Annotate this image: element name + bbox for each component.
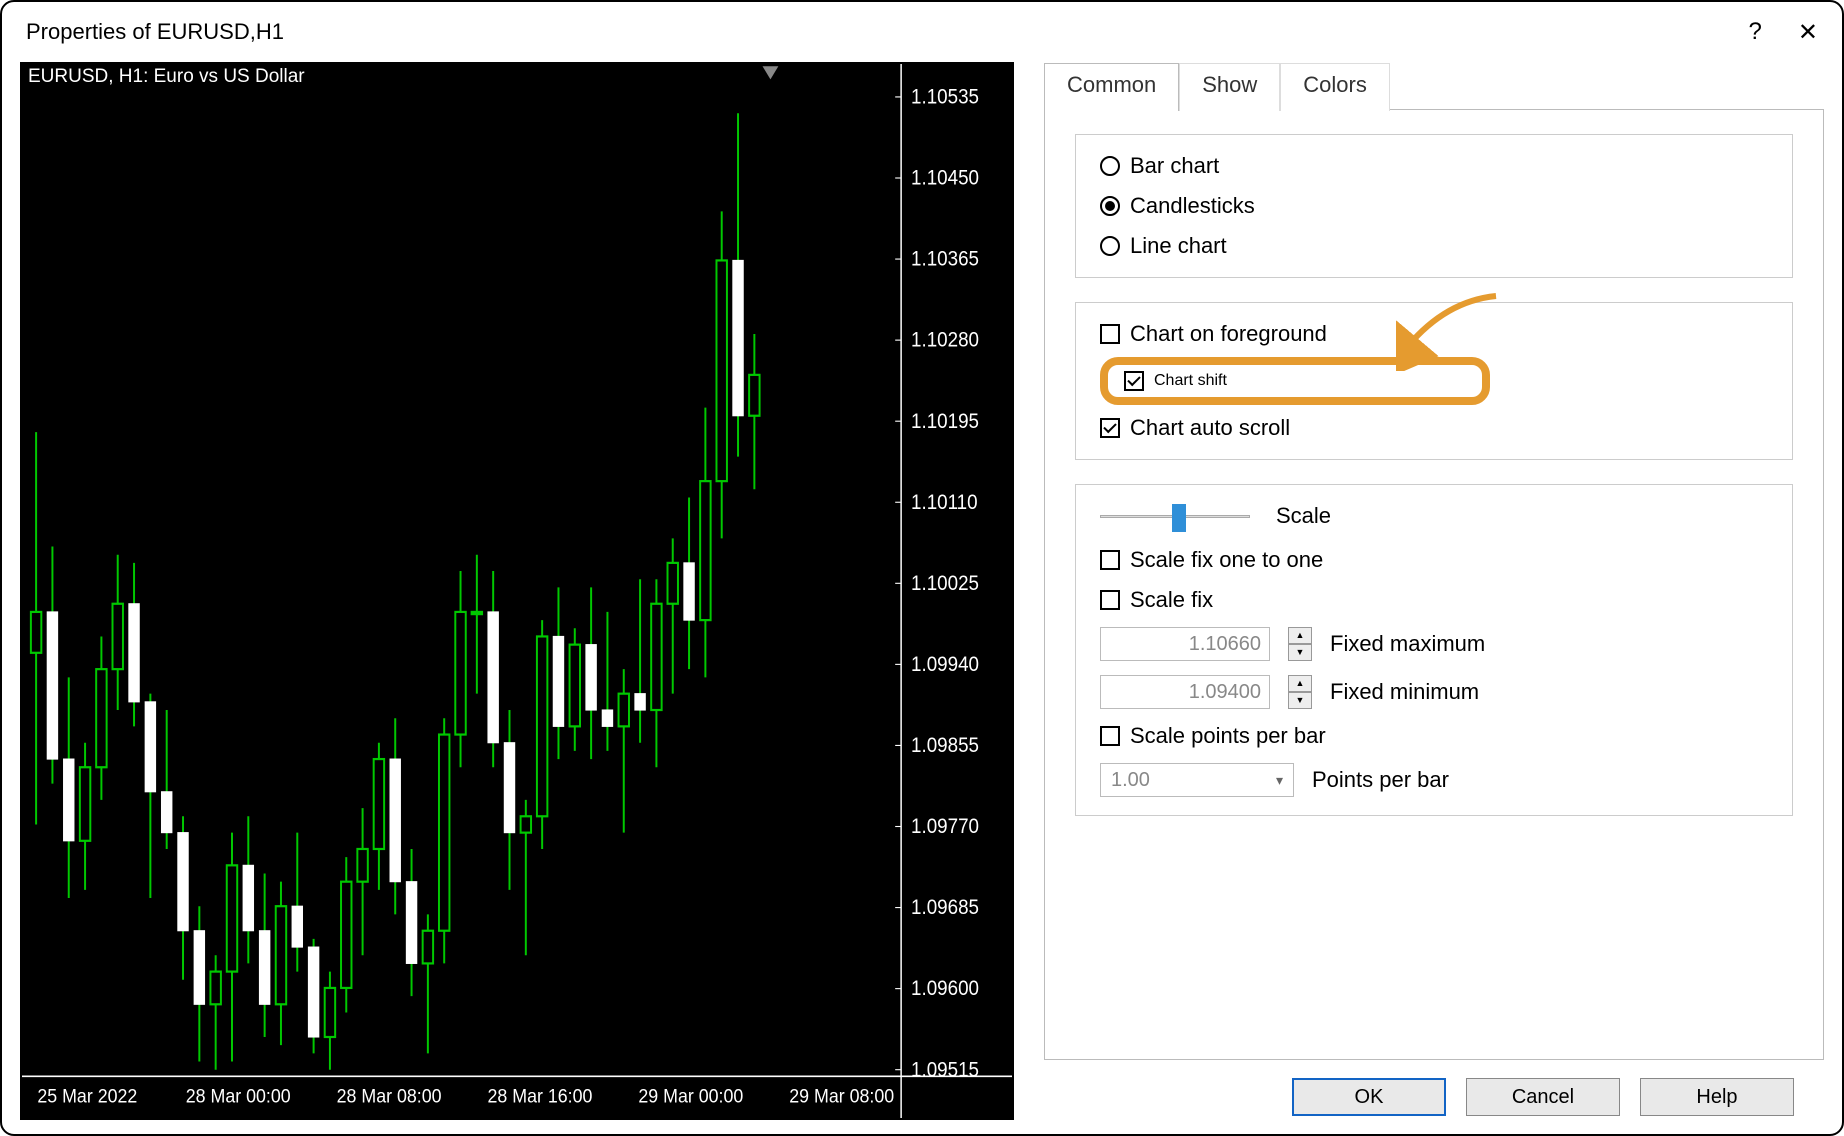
svg-text:1.09940: 1.09940 (911, 653, 979, 676)
svg-text:28 Mar 08:00: 28 Mar 08:00 (337, 1085, 442, 1107)
scale-group: Scale Scale fix one to one Scale fix 1.1… (1075, 484, 1793, 816)
chart-type-group: Bar chart Candlesticks Line chart (1075, 134, 1793, 278)
checkbox-icon (1100, 726, 1120, 746)
check-chart-autoscroll[interactable]: Chart auto scroll (1100, 415, 1768, 441)
svg-text:1.10110: 1.10110 (911, 491, 978, 514)
check-chart-foreground[interactable]: Chart on foreground (1100, 321, 1768, 347)
shift-group: Chart on foreground Chart shift Chart au… (1075, 302, 1793, 460)
fixed-min-input[interactable]: 1.09400 (1100, 675, 1270, 709)
svg-text:1.09600: 1.09600 (911, 977, 979, 1000)
fixed-max-label: Fixed maximum (1330, 631, 1485, 657)
check-scale-fix[interactable]: Scale fix (1100, 587, 1768, 613)
svg-text:1.10450: 1.10450 (911, 167, 979, 190)
window-title: Properties of EURUSD,H1 (26, 19, 284, 45)
properties-dialog: Properties of EURUSD,H1 ? ✕ EURUSD, H1: … (0, 0, 1844, 1136)
fixed-max-down[interactable]: ▼ (1288, 644, 1312, 661)
radio-icon (1100, 196, 1120, 216)
tab-bar: Common Show Colors (1044, 62, 1824, 110)
radio-bar-chart[interactable]: Bar chart (1100, 153, 1768, 179)
dialog-buttons: OK Cancel Help (1044, 1060, 1824, 1120)
radio-icon (1100, 156, 1120, 176)
chevron-down-icon: ▾ (1276, 772, 1283, 789)
svg-text:28 Mar 16:00: 28 Mar 16:00 (488, 1085, 593, 1107)
title-bar: Properties of EURUSD,H1 ? ✕ (2, 2, 1842, 62)
svg-text:28 Mar 00:00: 28 Mar 00:00 (186, 1085, 291, 1107)
ok-button[interactable]: OK (1292, 1078, 1446, 1116)
tab-show[interactable]: Show (1179, 63, 1280, 111)
svg-text:1.09685: 1.09685 (911, 896, 979, 919)
radio-candlesticks[interactable]: Candlesticks (1100, 193, 1768, 219)
fixed-min-down[interactable]: ▼ (1288, 692, 1312, 709)
scale-label: Scale (1276, 503, 1331, 529)
tab-common[interactable]: Common (1044, 63, 1179, 111)
checkbox-icon (1124, 371, 1144, 391)
checkbox-icon (1100, 418, 1120, 438)
svg-text:29 Mar 00:00: 29 Mar 00:00 (638, 1085, 743, 1107)
fixed-min-label: Fixed minimum (1330, 679, 1479, 705)
ppb-label: Points per bar (1312, 767, 1449, 793)
check-scale-ppb[interactable]: Scale points per bar (1100, 723, 1768, 749)
close-icon[interactable]: ✕ (1798, 18, 1818, 47)
svg-text:1.10025: 1.10025 (911, 572, 979, 595)
fixed-max-up[interactable]: ▲ (1288, 627, 1312, 644)
radio-line-chart[interactable]: Line chart (1100, 233, 1768, 259)
svg-text:25 Mar 2022: 25 Mar 2022 (37, 1085, 137, 1107)
checkbox-icon (1100, 324, 1120, 344)
fixed-min-up[interactable]: ▲ (1288, 675, 1312, 692)
ppb-combo[interactable]: 1.00 ▾ (1100, 763, 1294, 797)
chart-preview: EURUSD, H1: Euro vs US Dollar 1.105351.1… (20, 62, 1014, 1120)
radio-icon (1100, 236, 1120, 256)
fixed-max-input[interactable]: 1.10660 (1100, 627, 1270, 661)
checkbox-icon (1100, 550, 1120, 570)
help-icon[interactable]: ? (1749, 18, 1762, 46)
svg-text:1.09770: 1.09770 (911, 815, 979, 838)
check-scale-one-to-one[interactable]: Scale fix one to one (1100, 547, 1768, 573)
tab-colors[interactable]: Colors (1280, 63, 1390, 111)
svg-text:29 Mar 08:00: 29 Mar 08:00 (789, 1085, 894, 1107)
svg-text:1.09855: 1.09855 (911, 734, 979, 757)
svg-text:1.10195: 1.10195 (911, 410, 979, 433)
svg-text:1.10280: 1.10280 (911, 329, 979, 352)
cancel-button[interactable]: Cancel (1466, 1078, 1620, 1116)
svg-text:1.10365: 1.10365 (911, 248, 979, 271)
svg-text:1.09515: 1.09515 (911, 1058, 979, 1081)
check-chart-shift[interactable]: Chart shift (1100, 357, 1490, 405)
common-panel: Bar chart Candlesticks Line chart (1044, 110, 1824, 1060)
checkbox-icon (1100, 590, 1120, 610)
help-button[interactable]: Help (1640, 1078, 1794, 1116)
scale-slider[interactable] (1100, 512, 1250, 520)
svg-text:1.10535: 1.10535 (911, 86, 979, 109)
